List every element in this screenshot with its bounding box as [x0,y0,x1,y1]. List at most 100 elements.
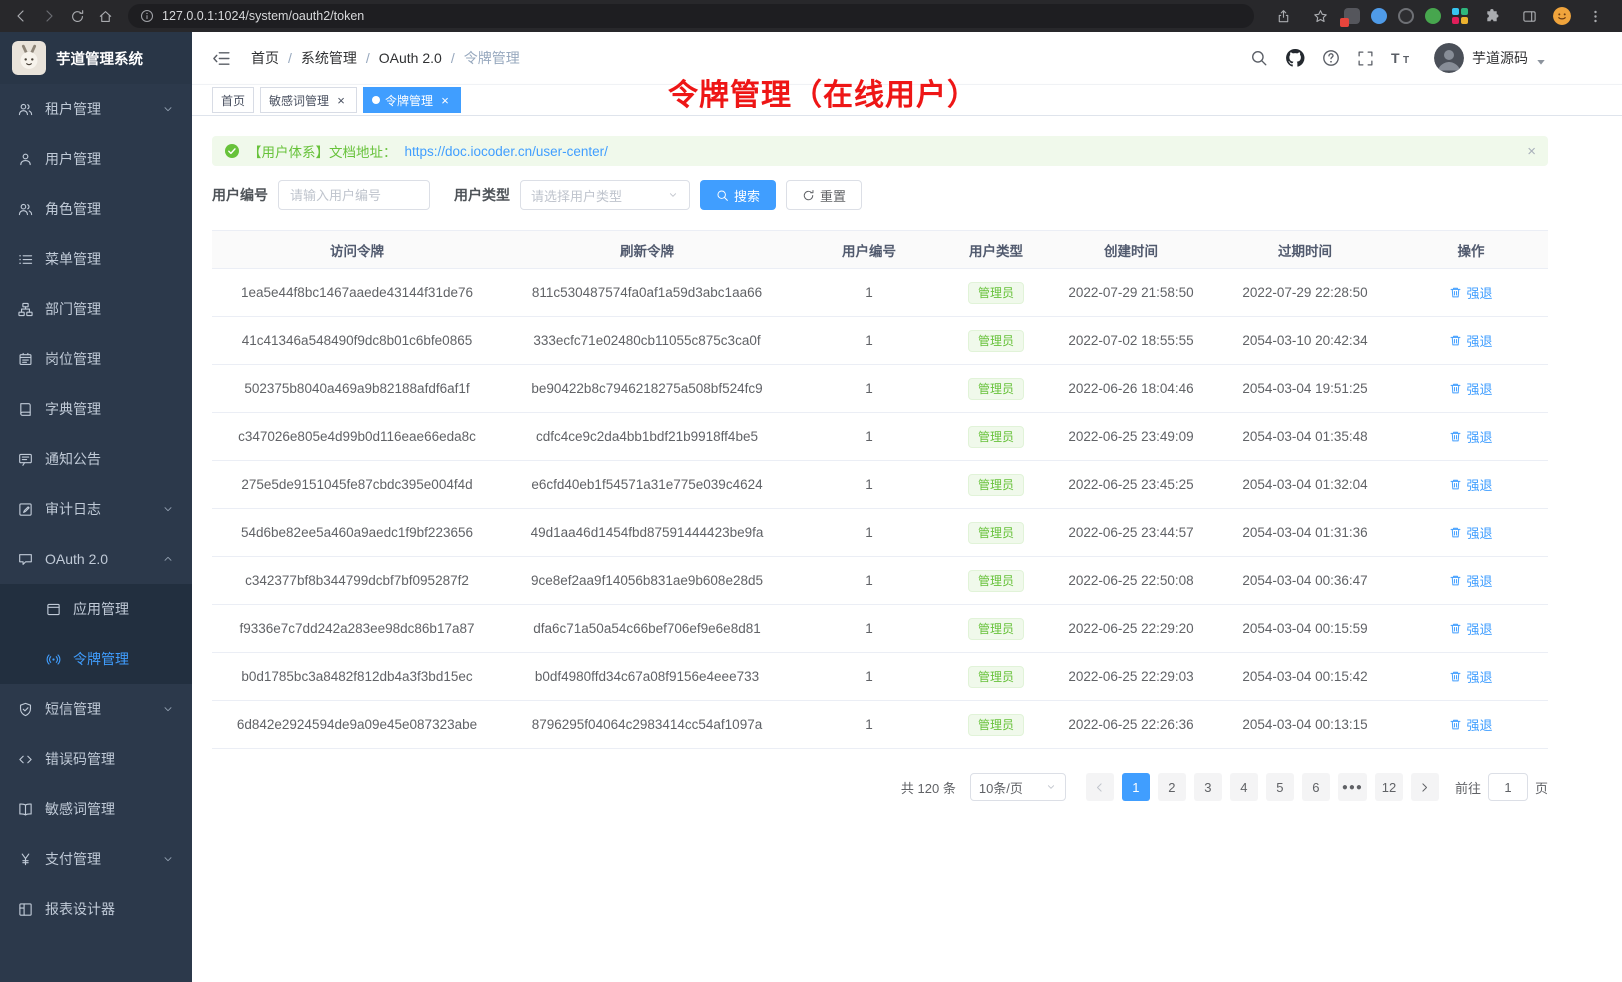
delete-icon [1449,334,1462,347]
reset-button[interactable]: 重置 [786,180,862,210]
bookmark-star-icon[interactable] [1307,4,1333,28]
sidebar-item-pay[interactable]: 支付管理 [0,834,192,884]
page-button[interactable]: 6 [1302,773,1330,801]
table-row: 1ea5e44f8bc1467aaede43144f31de76811c5304… [212,269,1548,317]
force-logout-button[interactable]: 强退 [1449,283,1492,302]
create-time-cell: 2022-07-02 18:55:55 [1046,317,1216,365]
share-icon[interactable] [1270,4,1296,28]
side-panel-icon[interactable] [1516,4,1542,28]
force-logout-button[interactable]: 强退 [1449,715,1492,734]
sidebar-item-oauth2[interactable]: OAuth 2.0 [0,534,192,584]
page-button[interactable]: 1 [1122,773,1150,801]
close-icon[interactable]: × [438,93,452,107]
sidebar-item-oauth2-app[interactable]: 应用管理 [0,584,192,634]
user-icon [18,152,33,167]
page-button[interactable]: 4 [1230,773,1258,801]
extension-green-icon[interactable] [1425,8,1441,24]
force-logout-button[interactable]: 强退 [1449,571,1492,590]
help-icon[interactable] [1322,49,1340,67]
next-page-button[interactable] [1411,773,1439,801]
tag-item[interactable]: 敏感词管理× [260,87,357,113]
home-icon[interactable] [92,4,118,28]
more-pages-button[interactable]: ●●● [1338,773,1367,801]
sidebar-item-sensitive-word[interactable]: 敏感词管理 [0,784,192,834]
force-logout-button[interactable]: 强退 [1449,619,1492,638]
sidebar-item-post[interactable]: 岗位管理 [0,334,192,384]
sidebar-item-dept[interactable]: 部门管理 [0,284,192,334]
sidebar-item-audit-log[interactable]: 审计日志 [0,484,192,534]
extensions-puzzle-icon[interactable] [1479,4,1505,28]
reload-icon[interactable] [64,4,90,28]
close-icon[interactable]: × [334,93,348,107]
back-icon[interactable] [8,4,34,28]
tree-icon [18,302,33,317]
create-time-cell: 2022-06-25 22:29:20 [1046,605,1216,653]
tag-item[interactable]: 令牌管理× [363,87,461,113]
forward-icon[interactable] [36,4,62,28]
page-button[interactable]: 5 [1266,773,1294,801]
column-header: 刷新令牌 [502,231,792,269]
breadcrumb-item[interactable]: 首页 [251,48,279,68]
app-logo[interactable]: 芋道管理系统 [0,32,192,84]
extension-dark-icon[interactable] [1398,8,1414,24]
user-type-select[interactable]: 请选择用户类型 [520,180,690,210]
user-type-placeholder: 请选择用户类型 [531,186,622,205]
delete-icon [1449,478,1462,491]
banner-close-icon[interactable]: × [1527,144,1536,159]
info-icon[interactable] [140,9,154,23]
svg-text:T: T [1403,55,1409,66]
sidebar-item-oauth2-token[interactable]: 令牌管理 [0,634,192,684]
breadcrumb-item[interactable]: 系统管理 [301,48,357,68]
sidebar-item-role[interactable]: 角色管理 [0,184,192,234]
sidebar-item-user[interactable]: 用户管理 [0,134,192,184]
force-logout-button[interactable]: 强退 [1449,379,1492,398]
expire-time-cell: 2054-03-10 20:42:34 [1216,317,1394,365]
force-logout-label: 强退 [1466,283,1492,302]
github-icon[interactable] [1285,48,1305,68]
banner-link[interactable]: https://doc.iocoder.cn/user-center/ [405,144,608,159]
refresh-token-cell: 811c530487574fa0af1a59d3abc1aa66 [502,269,792,317]
goto-page-input[interactable] [1488,773,1528,801]
sidebar-item-sms[interactable]: 短信管理 [0,684,192,734]
column-header: 用户编号 [792,231,946,269]
force-logout-button[interactable]: 强退 [1449,331,1492,350]
book2-icon [18,802,33,817]
collapse-menu-icon[interactable] [206,49,237,68]
page-button[interactable]: 2 [1158,773,1186,801]
sidebar-item-report-designer[interactable]: 报表设计器 [0,884,192,934]
sidebar-item-menu[interactable]: 菜单管理 [0,234,192,284]
breadcrumb-item[interactable]: OAuth 2.0 [379,50,442,66]
filter-form: 用户编号 用户类型 请选择用户类型 搜索 重置 [212,180,1548,210]
force-logout-button[interactable]: 强退 [1449,667,1492,686]
browser-profile-avatar[interactable] [1553,7,1571,25]
code-icon [18,752,33,767]
sidebar-item-dict[interactable]: 字典管理 [0,384,192,434]
extension-grid-icon[interactable] [1344,8,1360,24]
extension-blue-icon[interactable] [1371,8,1387,24]
page-button[interactable]: 3 [1194,773,1222,801]
breadcrumb-separator: / [451,50,455,66]
force-logout-button[interactable]: 强退 [1449,475,1492,494]
prev-page-button[interactable] [1086,773,1114,801]
search-icon[interactable] [1250,49,1268,67]
force-logout-label: 强退 [1466,619,1492,638]
force-logout-button[interactable]: 强退 [1449,427,1492,446]
user-id-label: 用户编号 [212,185,268,205]
url-bar[interactable]: 127.0.0.1:1024/system/oauth2/token [128,4,1254,28]
browser-menu-icon[interactable] [1582,4,1608,28]
extension-colorful-icon[interactable] [1452,8,1468,24]
force-logout-button[interactable]: 强退 [1449,523,1492,542]
fullscreen-icon[interactable] [1357,50,1374,67]
sidebar-item-error-code[interactable]: 错误码管理 [0,734,192,784]
tag-item[interactable]: 首页 [212,87,254,113]
page-button[interactable]: 12 [1375,773,1403,801]
user-menu[interactable]: 芋道源码 [1434,43,1546,73]
page-size-select[interactable]: 10条/页 [970,773,1066,801]
user-id-cell: 1 [792,413,946,461]
search-button[interactable]: 搜索 [700,180,776,210]
sidebar-item-notice[interactable]: 通知公告 [0,434,192,484]
font-size-icon[interactable]: TT [1391,50,1413,66]
sidebar-item-tenant[interactable]: 租户管理 [0,84,192,134]
user-id-input[interactable] [278,180,430,210]
refresh-icon [802,189,815,202]
